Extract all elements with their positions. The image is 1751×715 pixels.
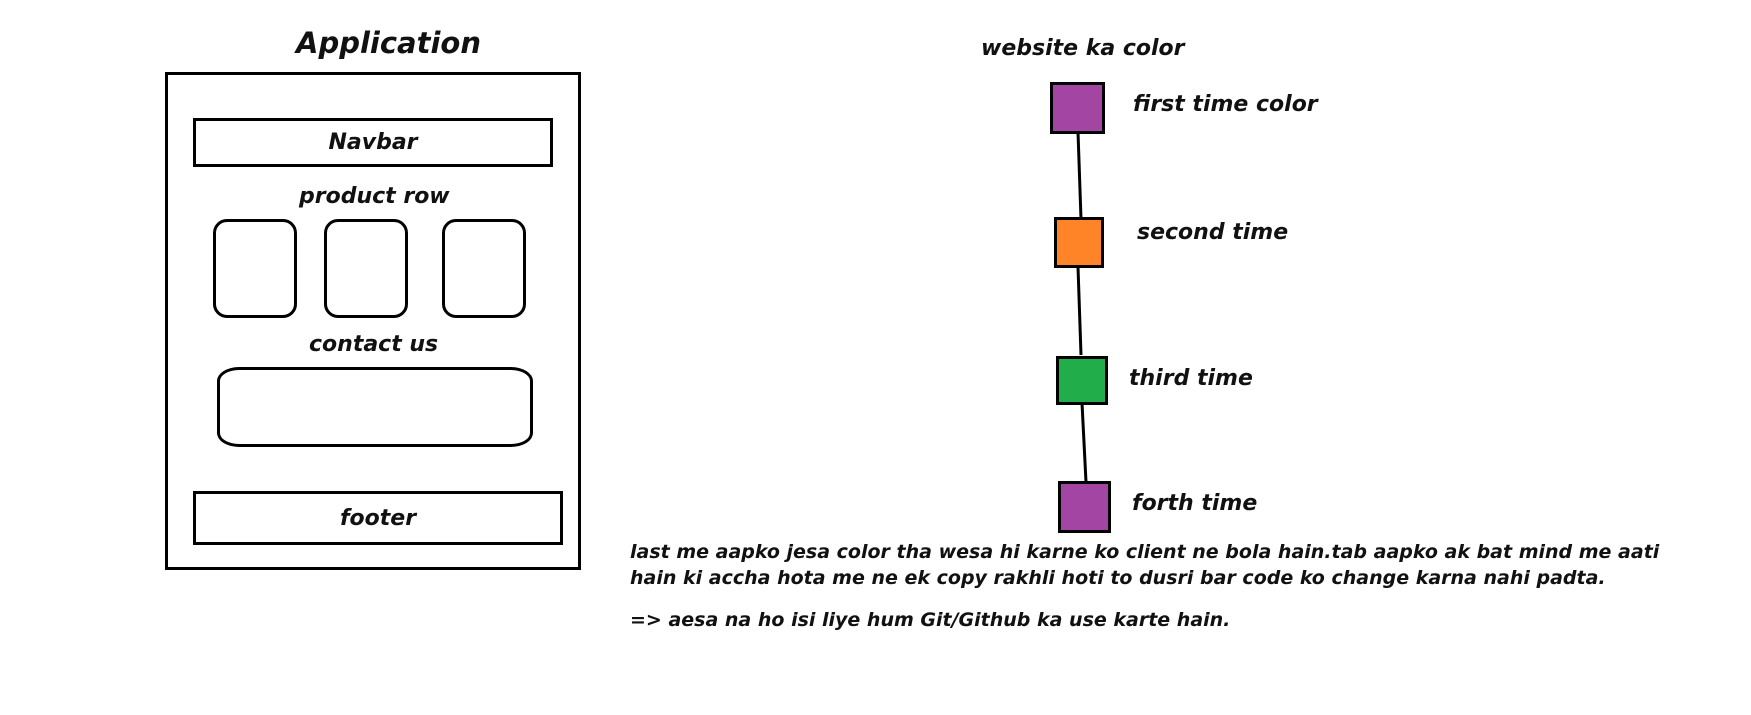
second-color-swatch <box>1054 217 1104 268</box>
navbar-box: Navbar <box>193 118 553 167</box>
third-color-swatch <box>1056 356 1108 405</box>
contact-us-label: contact us <box>309 332 439 357</box>
first-color-swatch <box>1050 82 1105 134</box>
product-row-label: product row <box>299 184 450 209</box>
product-card-1 <box>213 219 297 318</box>
note-line-3: => aesa na ho isi liye hum Git/Github ka… <box>630 609 1231 631</box>
footer-label: footer <box>339 505 417 531</box>
application-title: Application <box>296 26 481 60</box>
third-color-label: third time <box>1129 366 1253 391</box>
first-color-label: first time color <box>1133 92 1318 117</box>
connector-line-1 <box>1076 131 1083 220</box>
timeline-title: website ka color <box>981 36 1185 61</box>
product-card-2 <box>324 219 408 318</box>
fourth-color-swatch <box>1058 481 1111 533</box>
product-card-3 <box>442 219 526 318</box>
fourth-color-label: forth time <box>1132 491 1258 516</box>
navbar-label: Navbar <box>328 130 418 155</box>
connector-line-2 <box>1076 266 1083 356</box>
note-line-1: last me aapko jesa color tha wesa hi kar… <box>630 541 1660 563</box>
note-line-2: hain ki accha hota me ne ek copy rakhli … <box>630 567 1606 589</box>
contact-us-box <box>217 367 533 447</box>
connector-line-3 <box>1080 402 1088 483</box>
second-color-label: second time <box>1137 220 1289 245</box>
footer-box: footer <box>193 491 563 545</box>
